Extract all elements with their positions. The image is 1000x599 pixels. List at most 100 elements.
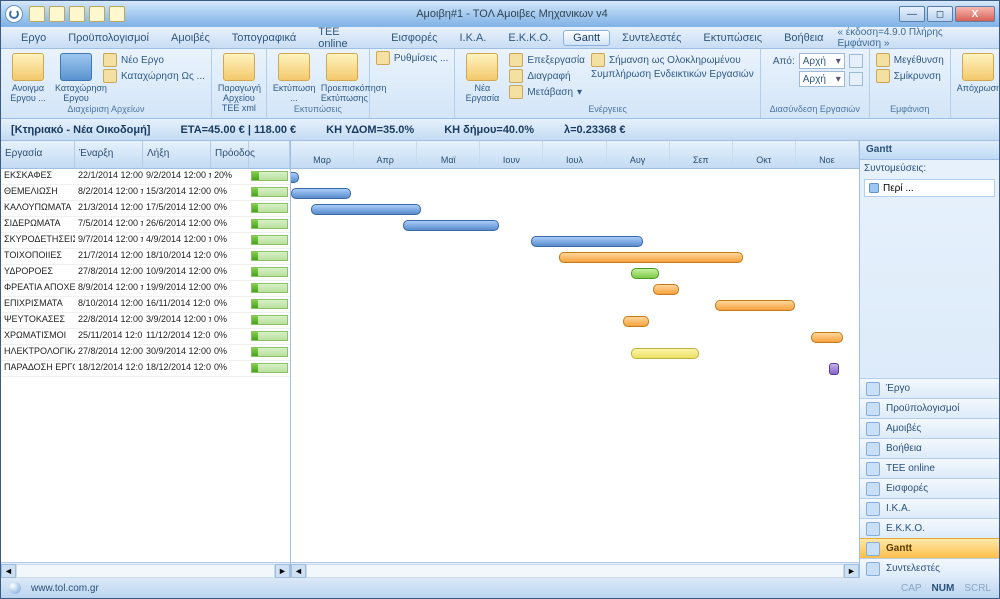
month-header: Απρ [354, 141, 417, 168]
link-to-combo[interactable]: Αρχή▾ [767, 71, 863, 87]
print-button[interactable]: Εκτύπωση ... [273, 51, 315, 103]
nav-icon [866, 482, 880, 496]
open-project-button[interactable]: Ανοιγμα Εργου ... [7, 51, 49, 103]
new-project-button[interactable]: Νέο Εργο [103, 53, 205, 67]
menu-tab[interactable]: Αμοιβές [161, 30, 220, 46]
table-row[interactable]: ΕΚΣΚΑΦΕΣ22/1/2014 12:00...9/2/2014 12:00… [1, 169, 290, 185]
gantt-bar[interactable] [631, 268, 659, 279]
shortcuts-header: Συντομεύσεις: [860, 160, 999, 177]
col-progress[interactable]: Πρόοδος [211, 141, 249, 168]
status-url[interactable]: www.tol.com.gr [31, 583, 99, 594]
menu-tab[interactable]: Συντελεστές [612, 30, 691, 46]
menu-tab[interactable]: Gantt [563, 30, 610, 46]
minimize-button[interactable]: — [899, 6, 925, 22]
col-end[interactable]: Λήξη [143, 141, 211, 168]
month-header: Αυγ [607, 141, 670, 168]
kh-ydom-label: ΚΗ ΥΔΟΜ=35.0% [326, 124, 414, 136]
gantt-bar[interactable] [631, 348, 699, 359]
zoom-in-button[interactable]: Μεγέθυνση [876, 53, 944, 67]
close-button[interactable]: X [955, 6, 995, 22]
mark-complete-button[interactable]: Σήμανση ως Ολοκληρωμένου [591, 53, 754, 67]
maximize-button[interactable]: ◻ [927, 6, 953, 22]
qat-btn[interactable] [89, 6, 105, 22]
gantt-bar[interactable] [291, 172, 299, 183]
table-row[interactable]: ΕΠΙΧΡΙΣΜΑΤΑ8/10/2014 12:00...16/11/2014 … [1, 297, 290, 313]
grid-h-scroll[interactable]: ◄► [1, 562, 290, 578]
nav-item[interactable]: Έργο [860, 378, 999, 398]
table-row[interactable]: ΠΑΡΑΔΟΣΗ ΕΡΓΟΥ18/12/2014 12:0...18/12/20… [1, 361, 290, 377]
nav-item[interactable]: Αμοιβές [860, 418, 999, 438]
new-task-button[interactable]: Νέα Εργασία [461, 51, 503, 103]
export-xml-button[interactable]: Παραγωγή Αρχείου ΤΕΕ xml ... [218, 51, 260, 123]
menu-tab[interactable]: Ι.Κ.Α. [449, 30, 496, 46]
table-row[interactable]: ΗΛΕΚΤΡΟΛΟΓΙΚΑ27/8/2014 12:00...30/9/2014… [1, 345, 290, 361]
gantt-bar[interactable] [403, 220, 499, 231]
menu-tab[interactable]: Εργο [11, 30, 56, 46]
menu-tab[interactable]: Βοήθεια [774, 30, 833, 46]
col-start[interactable]: Έναρξη [75, 141, 143, 168]
qat-btn[interactable] [29, 6, 45, 22]
version-label[interactable]: « έκδοση=4.9.0 Πλήρης Εμφάνιση » [837, 27, 989, 49]
table-row[interactable]: ΣΚΥΡΟΔΕΤΗΣΕΙΣ9/7/2014 12:00 πμ4/9/2014 1… [1, 233, 290, 249]
side-panel-title: Gantt [860, 141, 999, 160]
month-header: Ιουλ [543, 141, 606, 168]
nav-item[interactable]: Βοήθεια [860, 438, 999, 458]
gantt-bar[interactable] [531, 236, 643, 247]
qat-btn[interactable] [69, 6, 85, 22]
gantt-bar[interactable] [623, 316, 649, 327]
gantt-bar[interactable] [291, 188, 351, 199]
table-row[interactable]: ΧΡΩΜΑΤΙΣΜΟΙ25/11/2014 12:0...11/12/2014 … [1, 329, 290, 345]
shortcut-about[interactable]: Περί ... [864, 179, 995, 197]
menu-tab[interactable]: Ε.Κ.Κ.Ο. [498, 30, 561, 46]
gantt-bar[interactable] [715, 300, 795, 311]
print-preview-button[interactable]: Προεπισκόπηση Εκτύπωσης [321, 51, 363, 103]
gantt-bar[interactable] [653, 284, 679, 295]
zoom-out-button[interactable]: Σμίκρυνση [876, 69, 944, 83]
table-row[interactable]: ΦΡΕΑΤΙΑ ΑΠΟΧΕ8/9/2014 12:00 πμ19/9/2014 … [1, 281, 290, 297]
table-row[interactable]: ΘΕΜΕΛΙΩΣΗ8/2/2014 12:00 πμ15/3/2014 12:0… [1, 185, 290, 201]
edit-task-button[interactable]: Επεξεργασία [509, 53, 585, 67]
nav-icon [866, 562, 880, 576]
nav-item[interactable]: Gantt [860, 538, 999, 558]
table-row[interactable]: ΚΑΛΟΥΠΩΜΑΤΑ21/3/2014 12:00...17/5/2014 1… [1, 201, 290, 217]
decolorize-button[interactable]: Απόχρωση [957, 51, 999, 93]
task-grid: Εργασία Έναρξη Λήξη Πρόοδος ΕΚΣΚΑΦΕΣ22/1… [1, 141, 291, 578]
chart-h-scroll[interactable]: ◄► [291, 562, 859, 578]
qat-btn[interactable] [109, 6, 125, 22]
menu-tab[interactable]: Τοπογραφικά [222, 30, 306, 46]
menu-tab[interactable]: Εισφορές [381, 30, 447, 46]
goto-task-button[interactable]: Μετάβαση▾ [509, 85, 585, 99]
table-row[interactable]: ΤΟΙΧΟΠΟΙΙΕΣ21/7/2014 12:00...18/10/2014 … [1, 249, 290, 265]
globe-icon [9, 582, 21, 594]
menu-tab[interactable]: ΤΕΕ online [308, 24, 379, 52]
qat-btn[interactable] [49, 6, 65, 22]
table-row[interactable]: ΣΙΔΕΡΩΜΑΤΑ7/5/2014 12:00 πμ26/6/2014 12:… [1, 217, 290, 233]
nav-item[interactable]: Εισφορές [860, 478, 999, 498]
table-row[interactable]: ΨΕΥΤΟΚΑΣΕΣ22/8/2014 12:00...3/9/2014 12:… [1, 313, 290, 329]
save-project-button[interactable]: Καταχώρηση Εργου [55, 51, 97, 103]
table-row[interactable]: ΥΔΡΟΡΟΕΣ27/8/2014 12:00...10/9/2014 12:0… [1, 265, 290, 281]
nav-item[interactable]: ΤΕΕ online [860, 458, 999, 478]
scrl-indicator: SCRL [964, 583, 991, 594]
col-task[interactable]: Εργασία [1, 141, 75, 168]
fill-example-button[interactable]: Συμπλήρωση Ενδεικτικών Εργασιών [591, 69, 754, 80]
delete-task-button[interactable]: Διαγραφή [509, 69, 585, 83]
menu-tab[interactable]: Εκτυπώσεις [693, 30, 772, 46]
cap-indicator: CAP [901, 583, 922, 594]
gantt-bar[interactable] [559, 252, 743, 263]
gantt-bar[interactable] [811, 332, 843, 343]
gantt-chart[interactable]: ΜαρΑπρΜαϊΙουνΙουλΑυγΣεπΟκτΝοε ◄► [291, 141, 859, 578]
nav-item[interactable]: Συντελεστές [860, 558, 999, 578]
project-name: [Κτηριακό - Νέα Οικοδομή] [11, 124, 150, 136]
nav-item[interactable]: Προϋπολογισμοί [860, 398, 999, 418]
nav-item[interactable]: Ι.Κ.Α. [860, 498, 999, 518]
nav-icon [866, 522, 880, 536]
nav-item[interactable]: Ε.Κ.Κ.Ο. [860, 518, 999, 538]
gantt-bar[interactable] [311, 204, 421, 215]
menu-tab[interactable]: Προϋπολογισμοί [58, 30, 159, 46]
settings-button[interactable]: Ρυθμίσεις ... [376, 51, 448, 65]
save-as-button[interactable]: Καταχώρηση Ως ... [103, 69, 205, 83]
gantt-milestone[interactable] [829, 363, 839, 375]
link-from-combo[interactable]: Από:Αρχή▾ [767, 53, 863, 69]
menu-tabs: ΕργοΠροϋπολογισμοίΑμοιβέςΤοπογραφικάΤΕΕ … [1, 27, 999, 49]
